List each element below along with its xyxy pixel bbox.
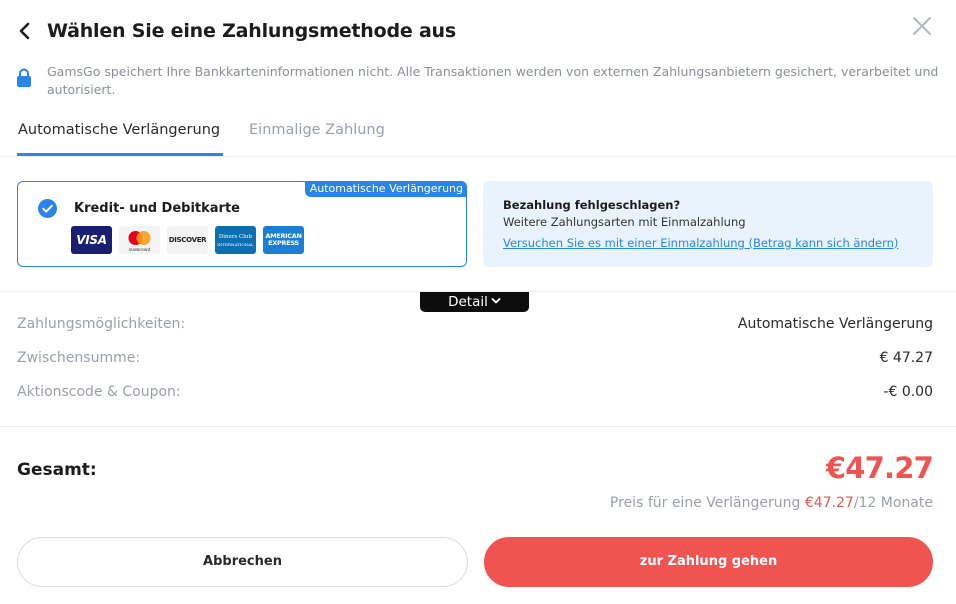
one-time-payment-link[interactable]: Versuchen Sie es mit einer Einmalzahlung… [503,236,898,250]
chevron-left-icon[interactable] [16,20,34,42]
renewal-suffix: /12 Monate [853,495,933,511]
payment-tabs: Automatische Verlängerung Einmalige Zahl… [0,116,956,157]
tab-one-time-payment[interactable]: Einmalige Zahlung [249,122,385,138]
proceed-to-payment-button[interactable]: zur Zahlung gehen [484,537,933,587]
summary-row-subtotal: Zwischensumme: € 47.27 [17,350,933,372]
mastercard-wordmark: mastercard [129,247,151,252]
dialog-header: Wählen Sie eine Zahlungsmethode aus [0,0,956,62]
cancel-button[interactable]: Abbrechen [17,537,468,587]
tab-automatic-renewal[interactable]: Automatische Verlängerung [18,122,220,138]
summary-row-payment-option: Zahlungsmöglichkeiten: Automatische Verl… [17,316,933,338]
total-label: Gesamt: [17,460,97,480]
summary-label: Aktionscode & Coupon: [17,384,181,400]
mastercard-logo: mastercard [119,226,160,254]
close-icon[interactable] [910,14,934,38]
card-payment-option[interactable]: Automatische Verlängerung Kredit- und De… [17,181,467,267]
card-payment-label: Kredit- und Debitkarte [74,201,240,216]
summary-value: Automatische Verlängerung [737,316,933,332]
detail-toggle-button[interactable]: Detail [420,292,529,312]
renewal-price: €47.27 [804,495,854,511]
summary-value: -€ 0.00 [883,384,933,400]
diners-club-logo: Diners Club INTERNATIONAL [215,226,256,254]
visa-logo: VISA [71,226,112,254]
diners-line-1: Diners Club [218,234,253,240]
payment-failed-info: Bezahlung fehlgeschlagen? Weitere Zahlun… [483,181,933,267]
summary-label: Zahlungsmöglichkeiten: [17,316,186,332]
amex-logo: AMERICAN EXPRESS [263,226,304,254]
active-tab-indicator [17,153,223,156]
chevron-down-icon [491,298,501,304]
detail-label: Detail [448,294,488,310]
amex-line-2: EXPRESS [268,239,299,247]
diners-line-2: INTERNATIONAL [217,242,254,247]
dialog-title: Wählen Sie eine Zahlungsmethode aus [47,20,456,42]
summary-label: Zwischensumme: [17,350,141,366]
payment-failed-title: Bezahlung fehlgeschlagen? [503,198,681,212]
security-notice-text: GamsGo speichert Ihre Bankkarteninformat… [47,64,939,97]
renewal-price-note: Preis für eine Verlängerung €47.27/12 Mo… [610,495,933,511]
security-notice: GamsGo speichert Ihre Bankkarteninformat… [16,62,941,102]
total-price: €47.27 [825,451,934,485]
payment-failed-subtitle: Weitere Zahlungsarten mit Einmalzahlung [503,215,746,229]
check-circle-icon [38,199,57,218]
renewal-prefix: Preis für eine Verlängerung [609,495,801,511]
summary-value: € 47.27 [879,350,933,366]
discover-logo: DISCOVER [167,226,208,254]
lock-icon [17,68,31,87]
summary-row-coupon: Aktionscode & Coupon: -€ 0.00 [17,384,933,406]
auto-renewal-badge: Automatische Verlängerung [304,181,467,197]
divider [0,426,956,427]
